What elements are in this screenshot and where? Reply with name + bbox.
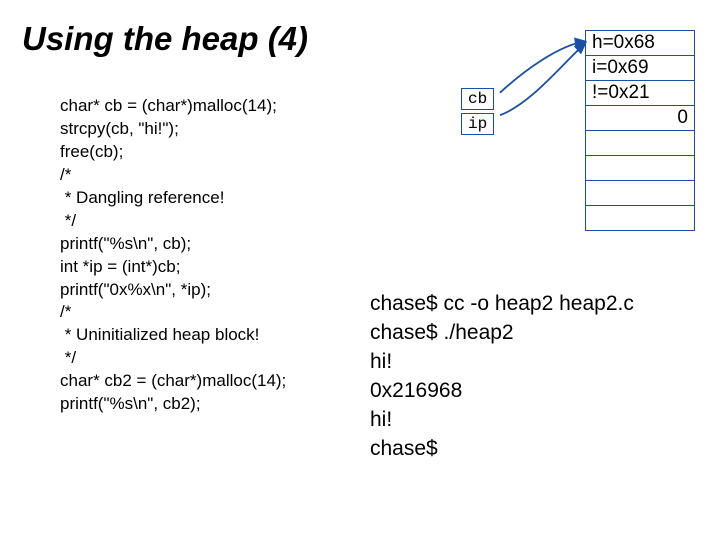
code-line: * Uninitialized heap block! <box>60 325 259 344</box>
code-line: char* cb2 = (char*)malloc(14); <box>60 371 286 390</box>
mem-cell-empty <box>586 156 695 181</box>
code-listing: char* cb = (char*)malloc(14); strcpy(cb,… <box>60 95 286 416</box>
code-line: /* <box>60 165 71 184</box>
mem-cell-empty <box>586 181 695 206</box>
mem-cell-empty <box>586 131 695 156</box>
mem-cell: h=0x68 <box>586 31 695 56</box>
code-line: free(cb); <box>60 142 123 161</box>
slide: Using the heap (4) char* cb = (char*)mal… <box>0 0 720 540</box>
term-line: hi! <box>370 408 392 431</box>
code-line: printf("%s\n", cb2); <box>60 394 201 413</box>
code-line: strcpy(cb, "hi!"); <box>60 119 179 138</box>
term-line: chase$ ./heap2 <box>370 321 514 344</box>
code-line: */ <box>60 211 76 230</box>
term-line: 0x216968 <box>370 379 462 402</box>
pointer-arrows <box>490 36 600 126</box>
code-line: * Dangling reference! <box>60 188 224 207</box>
code-line: printf("%s\n", cb); <box>60 234 191 253</box>
mem-cell: 0 <box>586 106 695 131</box>
terminal-output: chase$ cc -o heap2 heap2.c chase$ ./heap… <box>370 290 634 464</box>
code-line: char* cb = (char*)malloc(14); <box>60 96 277 115</box>
code-line: int *ip = (int*)cb; <box>60 257 180 276</box>
code-line: */ <box>60 348 76 367</box>
memory-table: h=0x68 i=0x69 !=0x21 0 <box>585 30 695 231</box>
slide-title: Using the heap (4) <box>22 20 308 58</box>
mem-cell-empty <box>586 206 695 231</box>
code-line: /* <box>60 302 71 321</box>
code-line: printf("0x%x\n", *ip); <box>60 280 211 299</box>
mem-cell: !=0x21 <box>586 81 695 106</box>
term-line: chase$ cc -o heap2 heap2.c <box>370 292 634 315</box>
term-line: hi! <box>370 350 392 373</box>
mem-cell: i=0x69 <box>586 56 695 81</box>
term-line: chase$ <box>370 437 438 460</box>
